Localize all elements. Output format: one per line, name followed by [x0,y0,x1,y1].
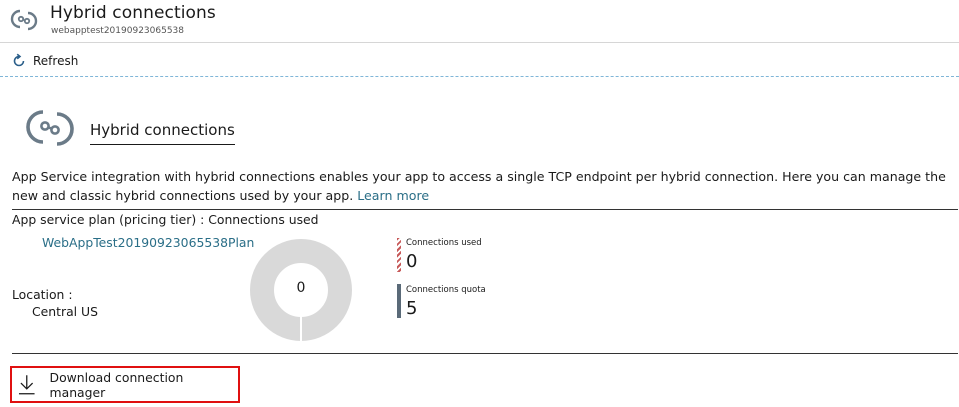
connections-used-value: 0 [406,251,418,272]
download-connection-manager-button[interactable]: Download connection manager [10,366,240,403]
toolbar-divider [0,76,959,77]
connections-quota-label: Connections quota [406,285,486,295]
download-icon [18,374,35,394]
location-label: Location : [12,287,73,302]
connections-used-label: Connections used [406,238,482,248]
donut-value: 0 [296,280,306,296]
connections-quota-bar [397,284,401,318]
refresh-icon [13,53,25,67]
hybrid-connections-large-icon [26,104,74,152]
hybrid-connections-icon [10,6,38,34]
header-divider [0,42,959,43]
section-title: Hybrid connections [90,121,235,145]
description-text: App Service integration with hybrid conn… [12,167,957,205]
refresh-label: Refresh [33,54,79,68]
plan-label: App service plan (pricing tier) : Connec… [12,212,319,227]
section-divider-bottom [12,353,958,354]
page-title: Hybrid connections [50,3,216,23]
connections-quota-value: 5 [406,298,418,319]
refresh-button[interactable]: Refresh [11,52,78,70]
section-divider-top [12,209,958,210]
description-body: App Service integration with hybrid conn… [12,169,946,203]
location-value: Central US [32,304,98,319]
plan-link[interactable]: WebAppTest20190923065538Plan [42,235,254,250]
connections-used-bar [397,238,401,272]
page-subtitle: webapptest20190923065538 [51,26,185,36]
learn-more-link[interactable]: Learn more [357,188,429,203]
download-label: Download connection manager [49,369,184,400]
